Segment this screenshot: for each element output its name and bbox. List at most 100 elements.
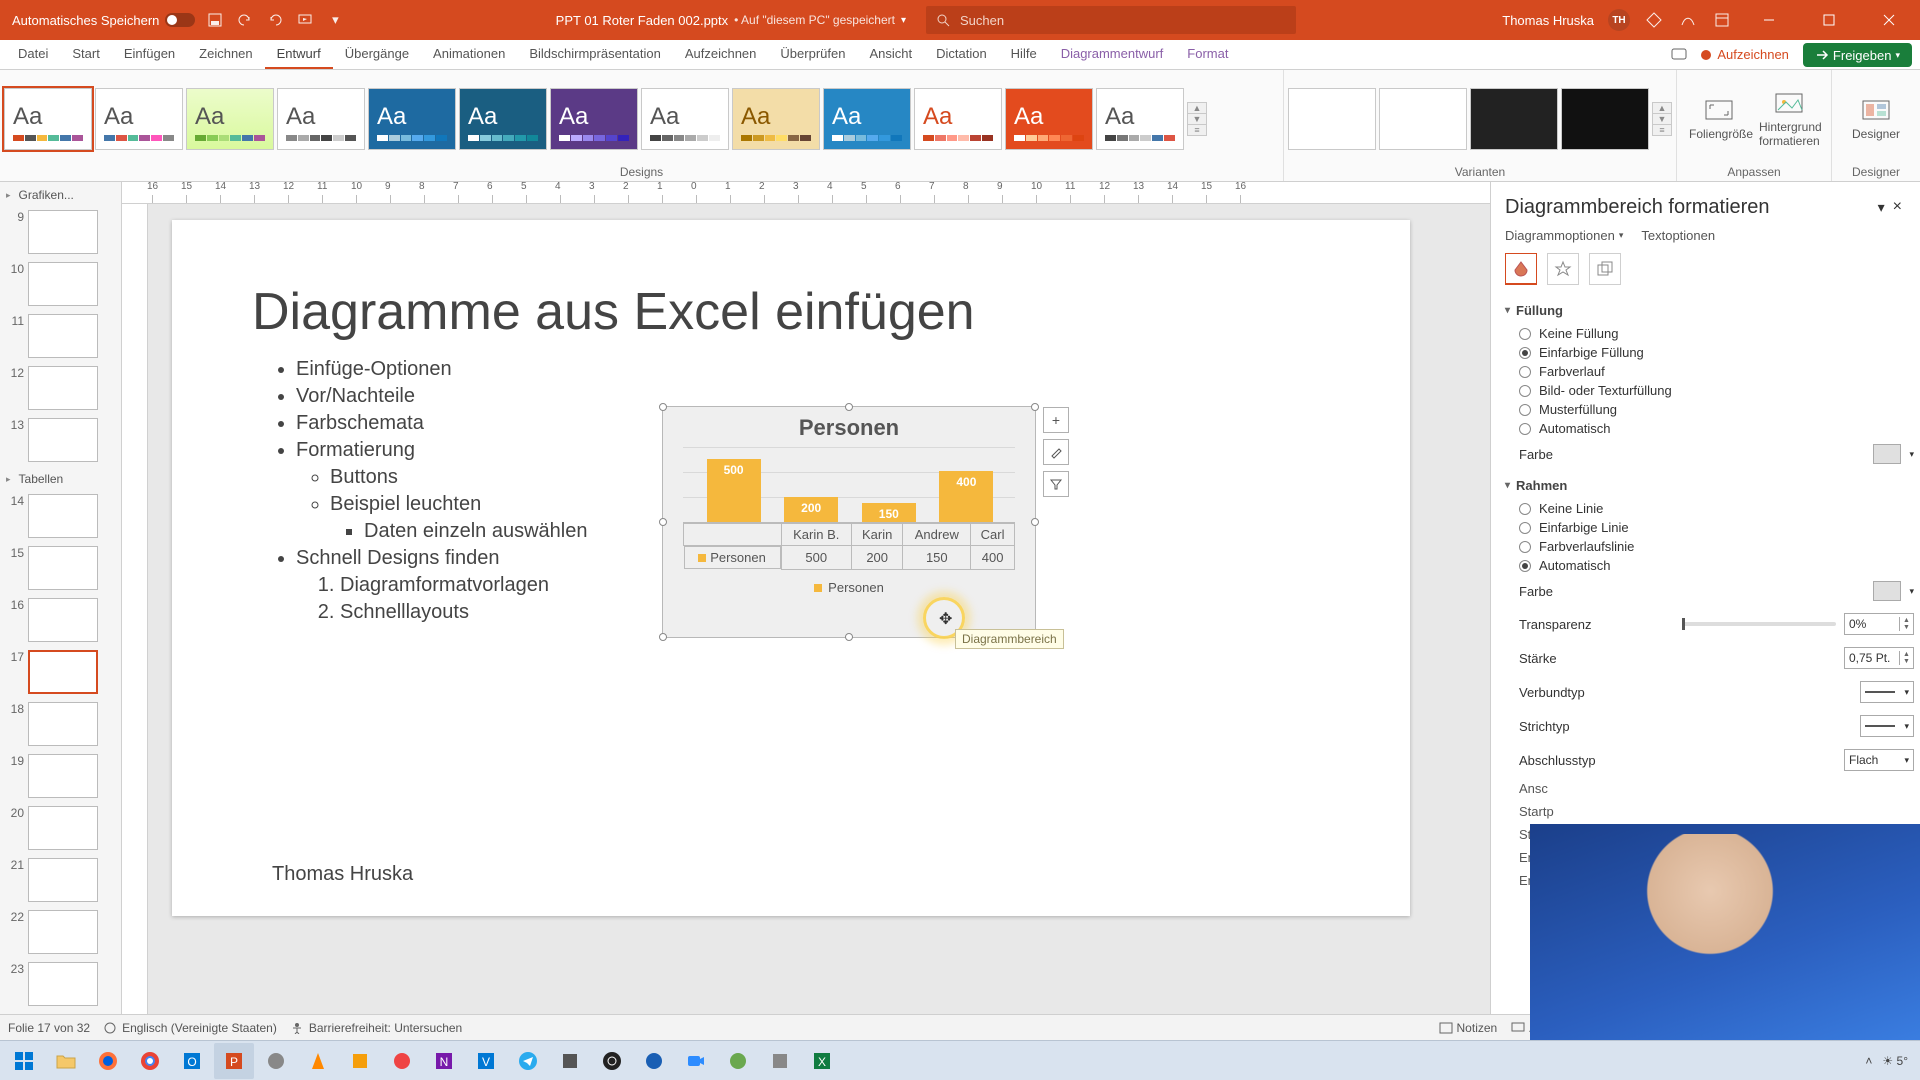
slide-thumbnail[interactable]: 22 [0,906,121,958]
tab-design[interactable]: Entwurf [265,40,333,69]
slide-thumbnail[interactable]: 18 [0,698,121,750]
slide-thumbnail[interactable]: 12 [0,362,121,414]
slide-thumbnail[interactable]: 13 [0,414,121,466]
designer-button[interactable]: Designer [1846,97,1906,141]
save-icon[interactable] [205,10,225,30]
chart-bar[interactable]: 400 [939,471,993,522]
tab-animations[interactable]: Animationen [421,40,517,69]
slide-thumbnail[interactable]: 20 [0,802,121,854]
taskbar-app[interactable] [340,1043,380,1079]
redo-icon[interactable] [265,10,285,30]
taskbar-telegram[interactable] [508,1043,548,1079]
theme-thumb[interactable]: Aa [1005,88,1093,150]
tab-help[interactable]: Hilfe [999,40,1049,69]
resize-handle[interactable] [659,633,667,641]
border-solid-radio[interactable]: Einfarbige Linie [1505,518,1914,537]
fill-auto-radio[interactable]: Automatisch [1505,419,1914,438]
transparency-slider[interactable] [1682,622,1837,626]
dash-picker[interactable]: ▾ [1860,715,1914,737]
slide-thumbnail[interactable]: 9 [0,206,121,258]
tab-view[interactable]: Ansicht [857,40,924,69]
section-fill[interactable]: Füllung [1505,295,1914,324]
chart-plot-area[interactable]: 500200150400 [683,447,1015,523]
slide-title[interactable]: Diagramme aus Excel einfügen [252,282,975,342]
tab-insert[interactable]: Einfügen [112,40,187,69]
chart-legend[interactable]: Personen [663,570,1035,595]
theme-thumb[interactable]: Aa [4,88,92,150]
tab-record[interactable]: Aufzeichnen [673,40,769,69]
cap-combo[interactable]: Flach▾ [1844,749,1914,771]
variant-thumb[interactable] [1470,88,1558,150]
border-gradient-radio[interactable]: Farbverlaufslinie [1505,537,1914,556]
format-background-button[interactable]: Hintergrund formatieren [1759,90,1819,148]
diamond-icon[interactable] [1644,10,1664,30]
chart-bar[interactable]: 500 [707,459,761,522]
slide-size-button[interactable]: Foliengröße [1689,97,1749,141]
resize-handle[interactable] [845,403,853,411]
theme-thumb[interactable]: Aa [914,88,1002,150]
taskbar-app[interactable] [550,1043,590,1079]
compound-picker[interactable]: ▾ [1860,681,1914,703]
taskbar-chrome[interactable] [130,1043,170,1079]
variant-thumb[interactable] [1561,88,1649,150]
taskbar-app[interactable] [634,1043,674,1079]
chart-bar[interactable]: 150 [862,503,916,522]
tab-file[interactable]: Datei [6,40,60,69]
theme-thumb[interactable]: Aa [95,88,183,150]
theme-thumb[interactable]: Aa [277,88,365,150]
effects-tab-icon[interactable] [1547,253,1579,285]
tab-slideshow[interactable]: Bildschirmpräsentation [517,40,673,69]
resize-handle[interactable] [659,403,667,411]
slide-thumbnail[interactable]: 10 [0,258,121,310]
variant-gallery-scroll[interactable]: ▲▼≡ [1652,102,1672,136]
status-accessibility[interactable]: Barrierefreiheit: Untersuchen [291,1021,462,1035]
comments-icon[interactable] [1671,48,1687,62]
chart-elements-button[interactable]: + [1043,407,1069,433]
section-header[interactable]: Tabellen [0,466,121,490]
fill-picture-radio[interactable]: Bild- oder Texturfüllung [1505,381,1914,400]
theme-thumb[interactable]: Aa [1096,88,1184,150]
close-button[interactable] [1866,0,1912,40]
taskbar-zoom[interactable] [676,1043,716,1079]
pane-dropdown-icon[interactable]: ▾ [1874,195,1889,220]
theme-gallery-scroll[interactable]: ▲▼≡ [1187,102,1207,136]
weather-widget[interactable]: ☀ 5° [1882,1054,1908,1068]
section-header[interactable]: Grafiken... [0,182,121,206]
draw-mode-icon[interactable] [1678,10,1698,30]
taskbar-app[interactable] [760,1043,800,1079]
taskbar-app[interactable] [256,1043,296,1079]
theme-thumb[interactable]: Aa [732,88,820,150]
search-input[interactable] [958,12,1286,29]
taskbar-onenote[interactable]: N [424,1043,464,1079]
tab-draw[interactable]: Zeichnen [187,40,264,69]
autosave-switch-icon[interactable] [165,13,195,27]
theme-thumb[interactable]: Aa [823,88,911,150]
status-slide-counter[interactable]: Folie 17 von 32 [8,1021,90,1035]
taskbar-tray[interactable]: ˄ ☀ 5° [1865,1054,1916,1068]
minimize-button[interactable] [1746,0,1792,40]
taskbar-vscode[interactable]: V [466,1043,506,1079]
taskbar-vlc[interactable] [298,1043,338,1079]
slide-body-text[interactable]: Einfüge-Optionen Vor/Nachteile Farbschem… [272,356,588,626]
border-auto-radio[interactable]: Automatisch [1505,556,1914,575]
ribbon-display-icon[interactable] [1712,10,1732,30]
theme-thumb[interactable]: Aa [459,88,547,150]
variant-thumb[interactable] [1379,88,1467,150]
slide-canvas-area[interactable]: Diagramme aus Excel einfügen Einfüge-Opt… [148,204,1490,1014]
start-button[interactable] [4,1043,44,1079]
resize-handle[interactable] [1031,518,1039,526]
slide-thumbnail-panel[interactable]: Grafiken... 910111213 Tabellen 141516171… [0,182,122,1014]
slide[interactable]: Diagramme aus Excel einfügen Einfüge-Opt… [172,220,1410,916]
taskbar-excel[interactable]: X [802,1043,842,1079]
record-button[interactable]: Aufzeichnen [1687,40,1801,69]
fill-color-picker[interactable] [1873,444,1901,464]
fill-gradient-radio[interactable]: Farbverlauf [1505,362,1914,381]
tab-transitions[interactable]: Übergänge [333,40,421,69]
document-title[interactable]: PPT 01 Roter Faden 002.pptx • Auf "diese… [556,13,906,28]
taskbar-explorer[interactable] [46,1043,86,1079]
chart-title[interactable]: Personen [663,407,1035,447]
share-button[interactable]: Freigeben ▾ [1803,43,1912,67]
taskbar-app[interactable] [718,1043,758,1079]
taskbar-outlook[interactable]: O [172,1043,212,1079]
tab-chart-design[interactable]: Diagrammentwurf [1049,40,1176,69]
